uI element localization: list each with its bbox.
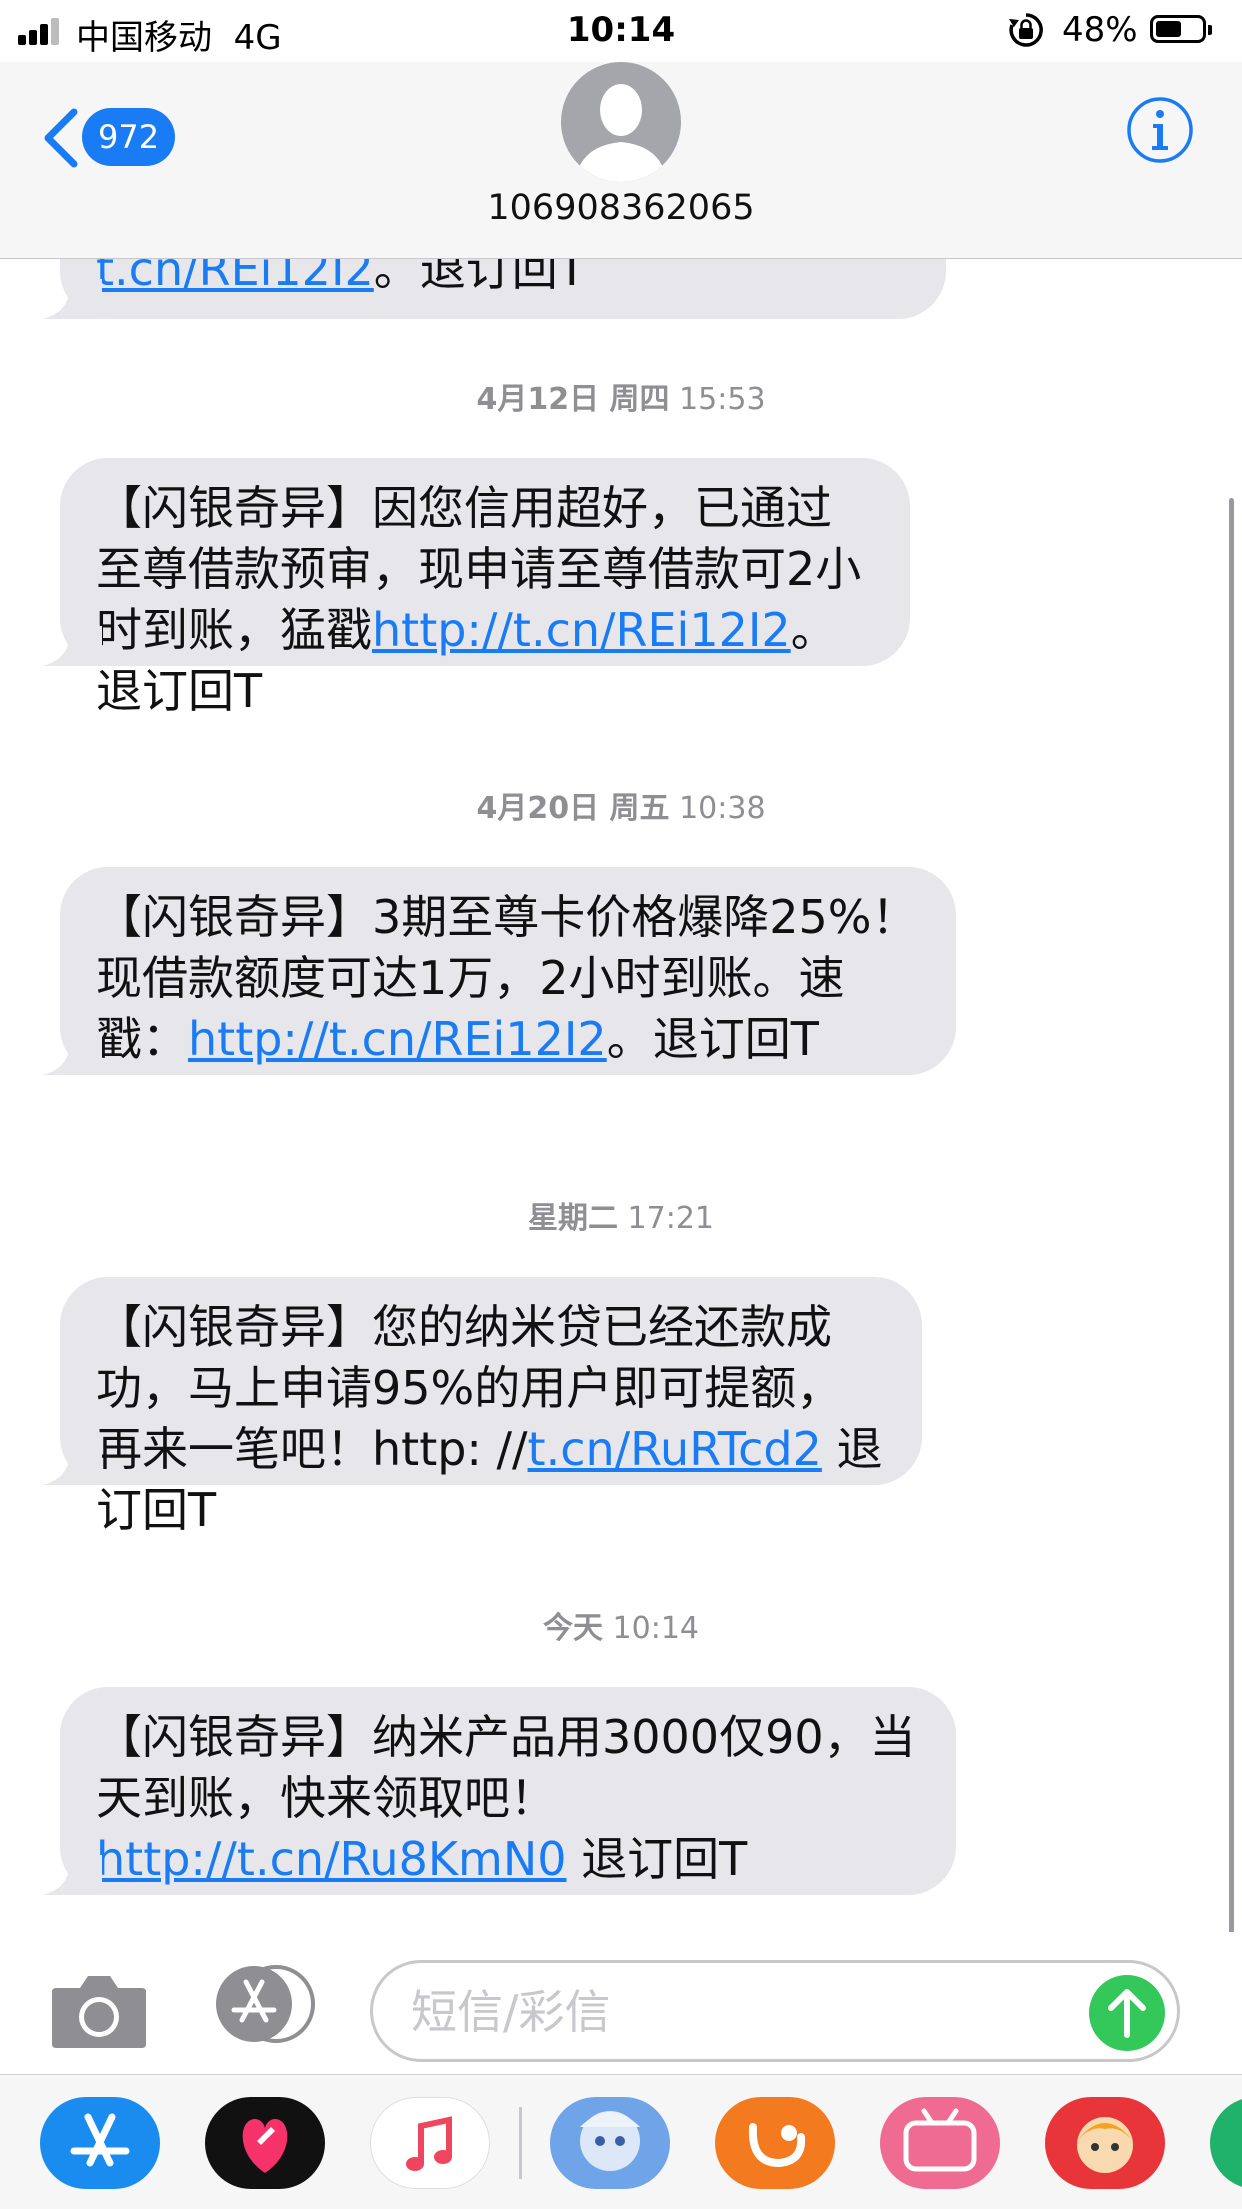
message-text: 【闪银奇异】因您信用超好，已通过至尊借款预审，现申请至尊借款可2小时到账，猛戳h…: [96, 481, 862, 718]
conversation-header: 972 106908362065: [0, 62, 1242, 259]
music-icon[interactable]: [370, 2097, 490, 2189]
info-icon[interactable]: [1126, 96, 1194, 164]
message-bubble[interactable]: t.cn/REi12I2。退订回T: [42, 259, 946, 319]
message-input[interactable]: [409, 1981, 1053, 2043]
contact-avatar[interactable]: [561, 62, 681, 182]
game-character-icon[interactable]: [550, 2097, 670, 2189]
unread-count-badge: 972: [82, 108, 176, 166]
camera-icon[interactable]: [50, 1972, 148, 2050]
message-bubble[interactable]: 【闪银奇异】因您信用超好，已通过至尊借款预审，现申请至尊借款可2小时到账，猛戳h…: [42, 458, 910, 718]
battery-percentage: 48%: [1062, 10, 1138, 50]
message-bubble[interactable]: 【闪银奇异】3期至尊卡价格爆降25%！现借款额度可达1万，2小时到账。速戳：ht…: [42, 867, 956, 1075]
partial-app-icon[interactable]: [1210, 2097, 1242, 2189]
message-timestamp: 4月20日 周五 10:38: [476, 791, 766, 826]
message-bubble[interactable]: 【闪银奇异】您的纳米贷已经还款成功，马上申请95%的用户即可提额，再来一笔吧！h…: [42, 1277, 922, 1537]
compose-bar: [0, 1932, 1242, 2074]
imessage-app-drawer: [0, 2074, 1242, 2209]
status-time: 10:14: [566, 10, 676, 50]
drawer-divider: [519, 2107, 522, 2179]
message-bubble[interactable]: 【闪银奇异】纳米产品用3000仅90，当天到账，快来领取吧！http://t.c…: [42, 1687, 956, 1895]
bilibili-icon[interactable]: [880, 2097, 1000, 2189]
cartoon-sticker-icon[interactable]: [1045, 2097, 1165, 2189]
message-link[interactable]: t.cn/RuRTcd2: [528, 1422, 822, 1476]
message-link[interactable]: http://t.cn/Ru8KmN0: [96, 1832, 567, 1886]
app-store-button-icon[interactable]: [210, 1964, 320, 2044]
message-link[interactable]: http://t.cn/REi12I2: [372, 603, 791, 657]
send-button[interactable]: [1089, 1975, 1165, 2051]
message-link[interactable]: http://t.cn/REi12I2: [188, 1012, 607, 1066]
message-text: 【闪银奇异】纳米产品用3000仅90，当天到账，快来领取吧！http://t.c…: [96, 1710, 916, 1886]
message-list[interactable]: t.cn/REi12I2。退订回T 4月12日 周四 15:53 【闪银奇异】因…: [0, 259, 1242, 1931]
message-text: 【闪银奇异】3期至尊卡价格爆降25%！现借款额度可达1万，2小时到账。速戳：ht…: [96, 890, 918, 1066]
message-timestamp: 星期二 17:21: [527, 1201, 714, 1236]
app-store-icon[interactable]: [40, 2097, 160, 2189]
message-timestamp: 4月12日 周四 15:53: [476, 382, 766, 417]
back-button[interactable]: 972: [34, 98, 214, 178]
message-timestamp: 今天 10:14: [542, 1611, 699, 1646]
contact-number[interactable]: 106908362065: [0, 188, 1242, 228]
rotation-lock-icon: [1009, 13, 1043, 47]
status-bar: 中国移动 4G 10:14 48%: [0, 0, 1242, 62]
uc-browser-icon[interactable]: [715, 2097, 835, 2189]
battery-icon: [1150, 15, 1212, 43]
message-text: 【闪银奇异】您的纳米贷已经还款成功，马上申请95%的用户即可提额，再来一笔吧！h…: [96, 1300, 883, 1537]
message-link[interactable]: t.cn/REi12I2: [96, 259, 374, 296]
chevron-left-icon: [44, 108, 78, 168]
arrow-up-icon: [1108, 1989, 1146, 2038]
person-silhouette-icon: [575, 84, 667, 182]
scrollbar[interactable]: [1229, 498, 1234, 1940]
message-input-field[interactable]: [370, 1960, 1180, 2062]
message-text: t.cn/REi12I2。退订回T: [96, 259, 586, 296]
digital-touch-icon[interactable]: [205, 2097, 325, 2189]
